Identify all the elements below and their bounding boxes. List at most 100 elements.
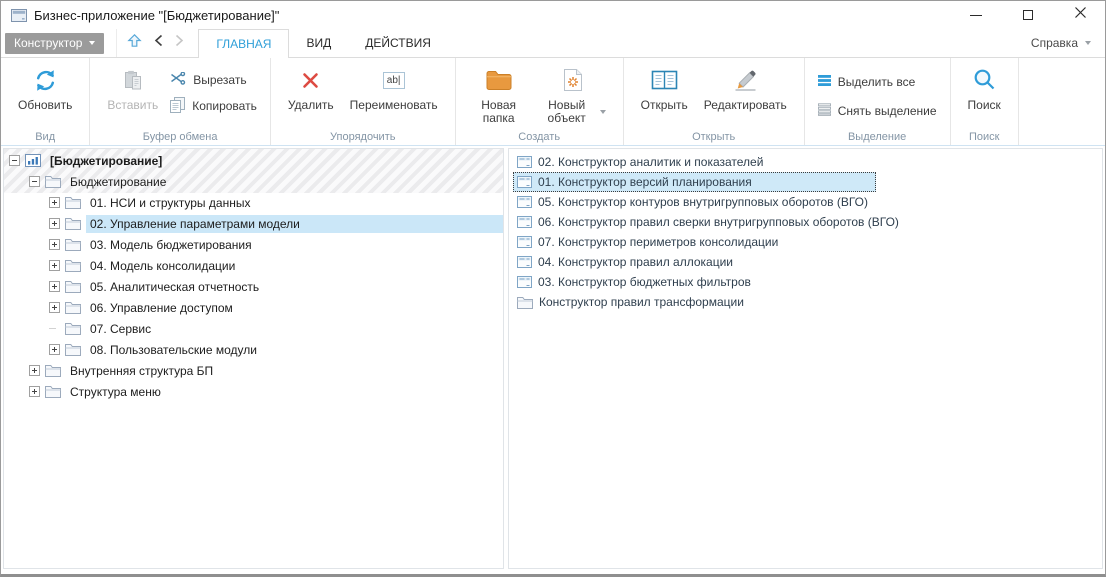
ribbon-group-open: Открыть Редактировать Открыть [624,58,805,145]
tree-item[interactable]: Бюджетирование [4,171,503,192]
button-label: Вставить [107,99,158,112]
folder-icon [517,296,533,309]
refresh-button[interactable]: Обновить [10,62,80,114]
folder-icon [65,301,81,314]
help-menu-label: Справка [1031,36,1078,50]
expander-icon[interactable] [49,197,60,208]
minimize-button[interactable] [961,4,991,26]
tree-item[interactable]: 08. Пользовательские модули [4,339,503,360]
tree-item[interactable]: 01. НСИ и структуры данных [4,192,503,213]
list-item[interactable]: 03. Конструктор бюджетных фильтров [513,272,1102,292]
expander-icon[interactable] [49,239,60,250]
expander-icon[interactable] [49,260,60,271]
ribbon-group-view: Обновить Вид [1,58,90,145]
expander-icon[interactable] [29,386,40,397]
button-label: Новая папка [473,99,525,125]
select-all-icon [818,74,831,90]
copy-button[interactable]: Копировать [166,95,261,117]
list-item[interactable]: 02. Конструктор аналитик и показателей [513,152,1102,172]
ribbon-group-arrange: Удалить ab| Переименовать Упорядочить [271,58,456,145]
maximize-icon [1023,10,1033,20]
chevron-down-icon [1085,41,1091,45]
object-list: 02. Конструктор аналитик и показателей 01… [509,149,1102,312]
title-bar[interactable]: Бизнес-приложение "[Бюджетирование]" [1,1,1105,29]
tree-item[interactable]: 05. Аналитическая отчетность [4,276,503,297]
folder-icon [45,175,61,188]
ribbon-group-search: Поиск Поиск [951,58,1019,145]
button-label: Удалить [288,99,334,112]
expander-icon[interactable] [49,344,60,355]
expander-icon[interactable] [29,365,40,376]
tree-item[interactable]: 07. Сервис [4,318,503,339]
list-item[interactable]: 01. Конструктор версий планирования [513,172,876,192]
navigate-back-button[interactable] [154,34,163,52]
form-icon [517,256,532,268]
form-icon [517,236,532,248]
ribbon-group-label: Поиск [951,131,1018,143]
edit-button[interactable]: Редактировать [696,62,795,114]
tree-item-label: 06. Управление доступом [86,299,237,317]
list-item[interactable]: 06. Конструктор правил сверки внутригруп… [513,212,1102,232]
close-button[interactable] [1065,4,1095,26]
expander-icon[interactable] [49,281,60,292]
expander-icon[interactable] [9,155,20,166]
button-label: Открыть [641,99,688,112]
folder-icon [45,385,61,398]
list-item[interactable]: 05. Конструктор контуров внутригрупповых… [513,192,1102,212]
form-icon [517,176,532,188]
button-label: Копировать [192,99,257,113]
open-button[interactable]: Открыть [633,62,696,114]
tree-item[interactable]: Структура меню [4,381,503,402]
up-arrow-icon [127,33,142,53]
navigate-forward-button[interactable] [175,34,184,52]
chevron-down-icon [89,41,95,45]
folder-icon [65,343,81,356]
expander-icon[interactable] [49,302,60,313]
select-all-button[interactable]: Выделить все [814,71,941,93]
tree-item[interactable]: 02. Управление параметрами модели [4,213,503,234]
delete-button[interactable]: Удалить [280,62,342,114]
tree-item[interactable]: 04. Модель консолидации [4,255,503,276]
list-item-label: 01. Конструктор версий планирования [538,175,752,189]
cut-button[interactable]: Вырезать [166,69,261,91]
constructor-menu-label: Конструктор [14,36,82,50]
tab-main[interactable]: ГЛАВНАЯ [198,29,289,58]
list-item[interactable]: 04. Конструктор правил аллокации [513,252,1102,272]
help-menu-button[interactable]: Справка [1031,36,1091,50]
search-button[interactable]: Поиск [960,62,1009,114]
list-item[interactable]: 07. Конструктор периметров консолидации [513,232,1102,252]
new-folder-button[interactable]: Новая папка [465,62,533,127]
tree-item[interactable]: 03. Модель бюджетирования [4,234,503,255]
tree-item[interactable]: Внутренняя структура БП [4,360,503,381]
list-item[interactable]: Конструктор правил трансформации [513,292,1102,312]
ribbon-group-label: Выделение [805,131,950,143]
tree-item[interactable]: [Бюджетирование] [4,150,503,171]
ribbon-group-label: Буфер обмена [90,131,270,143]
tree-item-label: 05. Аналитическая отчетность [86,278,263,296]
constructor-menu-button[interactable]: Конструктор [5,33,104,54]
list-item-label: 02. Конструктор аналитик и показателей [538,155,763,169]
new-object-button[interactable]: Новый объект [533,62,614,127]
expander-icon[interactable] [49,218,60,229]
button-label: Вырезать [193,73,246,87]
tab-view[interactable]: ВИД [289,29,348,57]
paste-button[interactable]: Вставить [99,62,166,114]
maximize-button[interactable] [1013,4,1043,26]
copy-icon [170,97,185,116]
delete-icon [301,64,320,96]
ribbon-group-selection: Выделить все Снять выделение Выделение [805,58,951,145]
clear-selection-button[interactable]: Снять выделение [814,100,941,122]
expander-icon[interactable] [29,176,40,187]
folder-tree: [Бюджетирование]Бюджетирование01. НСИ и … [4,149,503,402]
folder-icon [65,322,81,335]
tree-item[interactable]: 06. Управление доступом [4,297,503,318]
chevron-right-icon [175,34,184,52]
tree-item-label: 02. Управление параметрами модели [86,215,503,233]
button-label: Поиск [968,99,1001,112]
button-label: Редактировать [704,99,787,112]
navigate-up-button[interactable] [127,33,142,53]
folder-icon [65,259,81,272]
rename-icon: ab| [383,64,405,96]
rename-button[interactable]: ab| Переименовать [342,62,446,114]
tab-actions[interactable]: ДЕЙСТВИЯ [348,29,448,57]
